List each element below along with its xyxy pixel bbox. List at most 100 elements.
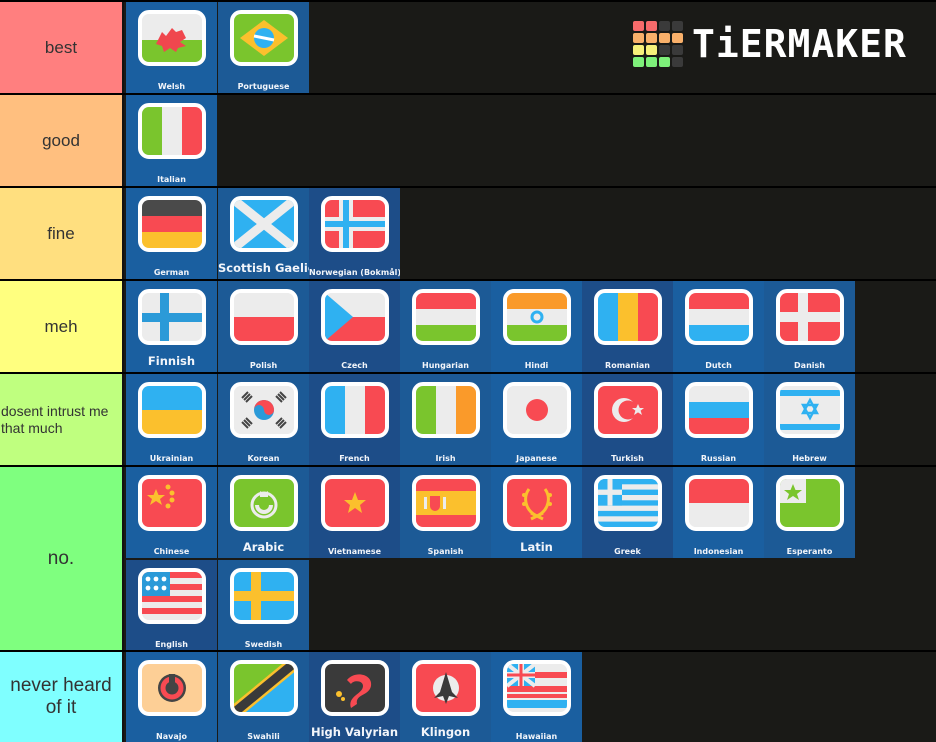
tier-item-card[interactable]: Portuguese — [218, 2, 309, 93]
tier-item-name: Dutch — [705, 361, 732, 370]
tier-item-name: Czech — [341, 361, 368, 370]
tier-item-card[interactable]: German — [126, 188, 217, 279]
tier-items-dropzone[interactable]: Chinese Arabic Vietnamese Spanish Latin Greek… — [0, 467, 936, 651]
tier-item-card[interactable]: Esperanto — [764, 467, 855, 558]
tier-item-name: Norwegian (Bokmål) — [309, 268, 400, 277]
tier-item-card[interactable]: Hebrew — [764, 374, 855, 465]
korea-flag-icon — [230, 382, 298, 438]
germany-flag-icon — [138, 196, 206, 252]
tier-item-name: High Valyrian — [310, 725, 399, 739]
tier-item-name: Esperanto — [786, 547, 833, 556]
poland-flag-icon — [230, 289, 298, 345]
tier-item-card[interactable]: Japanese — [491, 374, 582, 465]
tier-item-name: Danish — [794, 361, 825, 370]
israel-flag-icon — [776, 382, 844, 438]
tier-item-card[interactable]: Vietnamese — [309, 467, 400, 558]
tier-items-dropzone[interactable]: Navajo Swahili High Valyrian Klingon Hawaiia… — [0, 652, 936, 742]
tier-item-name: Russian — [700, 454, 737, 463]
tier-item-card[interactable]: Romanian — [582, 281, 673, 372]
tier-item-card[interactable]: Korean — [218, 374, 309, 465]
tier-item-card[interactable]: Hawaiian — [491, 652, 582, 742]
india-flag-icon — [503, 289, 571, 345]
russia-flag-icon — [685, 382, 753, 438]
hawaii-flag-icon — [503, 660, 571, 716]
ireland-flag-icon — [412, 382, 480, 438]
tier-list-board: TiERMAKER Welsh Portuguese best Italian good… — [0, 0, 936, 742]
tier-item-name: Arabic — [242, 540, 285, 554]
italy-flag-icon — [138, 103, 206, 159]
vietnam-flag-icon — [321, 475, 389, 531]
tier-item-card[interactable]: Navajo — [126, 652, 217, 742]
tier-item-card[interactable]: Klingon — [400, 652, 491, 742]
tier-item-name: Navajo — [156, 732, 187, 741]
turkey-flag-icon — [594, 382, 662, 438]
esperanto-flag-icon — [776, 475, 844, 531]
tier-item-name: Finnish — [147, 354, 196, 368]
tier-item-name: Hebrew — [792, 454, 827, 463]
scotland-flag-icon — [230, 196, 298, 252]
valyrian-dragon-flag-icon — [321, 660, 389, 716]
tier-item-name: Ukrainian — [149, 454, 194, 463]
tier-item-name: Turkish — [611, 454, 644, 463]
tier-item-card[interactable]: Polish — [218, 281, 309, 372]
tier-item-card[interactable]: Dutch — [673, 281, 764, 372]
tier-item-name: Indonesian — [693, 547, 744, 556]
tier-items-dropzone[interactable]: Finnish Polish Czech Hungarian Hindi Romanian… — [0, 281, 936, 372]
tier-item-card[interactable]: Czech — [309, 281, 400, 372]
tier-item-card[interactable]: French — [309, 374, 400, 465]
tier-item-name: Hawaiian — [515, 732, 558, 741]
tier-item-card[interactable]: Indonesian — [673, 467, 764, 558]
spain-flag-icon — [412, 475, 480, 531]
tier-item-name: Greek — [614, 547, 641, 556]
tier-item-name: Vietnamese — [327, 547, 382, 556]
tier-item-card[interactable]: Russian — [673, 374, 764, 465]
romania-flag-icon — [594, 289, 662, 345]
tier-row: Finnish Polish Czech Hungarian Hindi Romanian… — [0, 279, 936, 372]
tier-item-card[interactable]: Swedish — [218, 560, 309, 651]
ukraine-flag-icon — [138, 382, 206, 438]
tier-row: Chinese Arabic Vietnamese Spanish Latin Greek… — [0, 465, 936, 651]
tier-item-card[interactable]: Finnish — [126, 281, 217, 372]
klingon-flag-icon — [412, 660, 480, 716]
tier-item-card[interactable]: Hindi — [491, 281, 582, 372]
tier-item-card[interactable]: Turkish — [582, 374, 673, 465]
tier-row: Italian good — [0, 93, 936, 186]
tier-items-dropzone[interactable]: Welsh Portuguese — [0, 2, 936, 93]
tier-item-card[interactable]: Arabic — [218, 467, 309, 558]
tier-item-card[interactable]: High Valyrian — [309, 652, 400, 742]
tier-item-card[interactable]: Hungarian — [400, 281, 491, 372]
tier-item-card[interactable]: Ukrainian — [126, 374, 217, 465]
tier-item-name: Spanish — [427, 547, 464, 556]
usa-flag-icon — [138, 568, 206, 624]
tier-item-name: Swedish — [244, 640, 283, 649]
tier-item-card[interactable]: Irish — [400, 374, 491, 465]
tier-item-name: Portuguese — [237, 82, 290, 91]
tier-item-name: Korean — [247, 454, 280, 463]
tier-item-card[interactable]: Welsh — [126, 2, 217, 93]
tier-item-card[interactable]: Greek — [582, 467, 673, 558]
tier-item-name: Hindi — [524, 361, 549, 370]
tier-row: Welsh Portuguese best — [0, 0, 936, 93]
tanzania-flag-icon — [230, 660, 298, 716]
tier-item-card[interactable]: Danish — [764, 281, 855, 372]
greece-flag-icon — [594, 475, 662, 531]
tier-item-card[interactable]: Scottish Gaelic — [218, 188, 309, 279]
tier-items-dropzone[interactable]: Italian — [0, 95, 936, 186]
tier-row: Navajo Swahili High Valyrian Klingon Hawaiia… — [0, 650, 936, 742]
tier-item-card[interactable]: Italian — [126, 95, 217, 186]
tier-items-dropzone[interactable]: Ukrainian Korean French Irish Japanese Turkis… — [0, 374, 936, 465]
tier-item-card[interactable]: Chinese — [126, 467, 217, 558]
tier-item-name: Italian — [157, 175, 186, 184]
tier-items-dropzone[interactable]: German Scottish Gaelic Norwegian (Bokmål) — [0, 188, 936, 279]
tier-item-name: Japanese — [516, 454, 557, 463]
tier-item-name: Welsh — [157, 82, 186, 91]
tier-item-card[interactable]: Swahili — [218, 652, 309, 742]
tier-item-card[interactable]: Spanish — [400, 467, 491, 558]
tier-item-card[interactable]: English — [126, 560, 217, 651]
sweden-flag-icon — [230, 568, 298, 624]
czech-flag-icon — [321, 289, 389, 345]
tier-item-card[interactable]: Latin — [491, 467, 582, 558]
latin-flag-icon — [503, 475, 571, 531]
tier-item-name: Polish — [249, 361, 278, 370]
tier-item-card[interactable]: Norwegian (Bokmål) — [309, 188, 400, 279]
